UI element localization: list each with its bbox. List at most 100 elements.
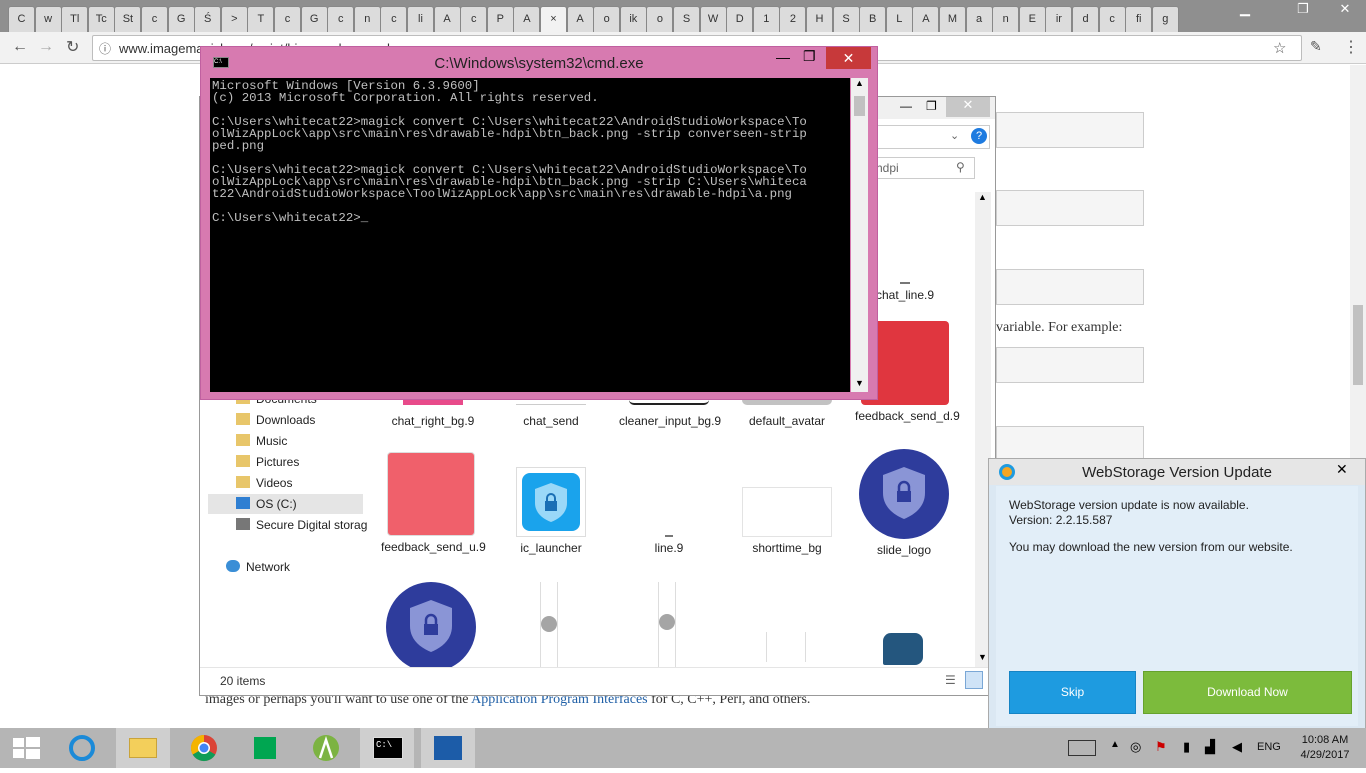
cmd-console-output[interactable]: Microsoft Windows [Version 6.3.9600] (c)… — [210, 78, 850, 392]
nav-item-sd-storage[interactable]: Secure Digital storag — [236, 515, 367, 535]
keyboard-icon[interactable] — [1068, 740, 1096, 756]
tray-flag-icon[interactable]: ⚑ — [1155, 739, 1167, 755]
browser-tab[interactable]: Ś — [194, 6, 222, 32]
browser-tab[interactable]: fi — [1125, 6, 1153, 32]
file-item-partial[interactable] — [386, 582, 476, 667]
bookmark-star-icon[interactable]: ☆ — [1273, 39, 1286, 57]
browser-tab[interactable]: c — [460, 6, 488, 32]
browser-tab[interactable]: S — [832, 6, 860, 32]
menu-icon[interactable]: ⋮ — [1343, 37, 1359, 57]
explorer-maximize-button[interactable]: ❐ — [926, 99, 937, 113]
nav-item-os-c[interactable]: OS (C:) — [236, 494, 297, 514]
browser-tab[interactable]: d — [1072, 6, 1099, 32]
start-button[interactable] — [0, 728, 54, 768]
back-icon[interactable]: ← — [12, 38, 28, 56]
file-item[interactable]: ic_launcher — [501, 467, 601, 555]
browser-tab[interactable]: L — [885, 6, 913, 32]
details-view-icon[interactable]: ☰ — [945, 673, 956, 687]
browser-tab[interactable]: a — [965, 6, 993, 32]
browser-tab[interactable]: C — [8, 6, 35, 32]
browser-tab[interactable]: G — [167, 6, 195, 32]
browser-tab[interactable]: A — [433, 6, 461, 32]
nav-item-music[interactable]: Music — [236, 431, 287, 451]
browser-tab[interactable]: o — [646, 6, 674, 32]
clock[interactable]: 10:08 AM 4/29/2017 — [1290, 733, 1360, 763]
browser-tab[interactable]: c — [327, 6, 355, 32]
android-studio-taskbar-button[interactable] — [299, 728, 353, 768]
browser-tab[interactable]: li — [407, 6, 434, 32]
cmd-maximize-button[interactable]: ❐ — [803, 48, 816, 65]
cmd-scrollbar-thumb[interactable] — [854, 96, 865, 116]
browser-tab[interactable]: G — [300, 6, 328, 32]
scroll-up-icon[interactable]: ▲ — [855, 78, 864, 88]
browser-tab[interactable]: ik — [619, 6, 647, 32]
language-indicator[interactable]: ENG — [1257, 741, 1281, 753]
search-icon[interactable]: ⚲ — [956, 160, 965, 174]
cmd-scrollbar[interactable]: ▲ ▼ — [851, 78, 868, 392]
cmd-minimize-button[interactable]: — — [776, 49, 790, 65]
ie-taskbar-button[interactable] — [55, 728, 109, 768]
slider-thumbnail[interactable] — [540, 582, 558, 667]
volume-icon[interactable]: ◀ — [1232, 739, 1242, 755]
scroll-up-icon[interactable]: ▲ — [978, 192, 987, 202]
browser-tab[interactable]: > — [220, 6, 248, 32]
wifi-signal-icon[interactable]: ▟ — [1205, 739, 1215, 755]
file-item[interactable]: feedback_send_u.9 — [381, 452, 486, 554]
browser-tab[interactable]: H — [806, 6, 833, 32]
info-icon[interactable]: ⓘ — [99, 40, 111, 57]
browser-tab[interactable]: E — [1018, 6, 1046, 32]
file-item[interactable]: default_avatar — [737, 400, 837, 428]
explorer-address-bar[interactable]: ⌄ ? — [865, 125, 990, 149]
file-item[interactable]: chat_right_bg.9 — [383, 400, 483, 428]
store-taskbar-button[interactable] — [238, 728, 292, 768]
explorer-close-button[interactable]: ✕ — [946, 97, 990, 117]
file-explorer-taskbar-button[interactable] — [116, 728, 170, 768]
nav-item-downloads[interactable]: Downloads — [236, 410, 315, 430]
extension-eyedropper-icon[interactable]: ✎ — [1310, 38, 1322, 55]
browser-tab[interactable]: M — [939, 6, 966, 32]
tray-app-icon[interactable]: ◎ — [1130, 739, 1141, 755]
browser-tab[interactable]: g — [1151, 6, 1179, 32]
browser-tab[interactable]: A — [566, 6, 594, 32]
forward-icon[interactable]: → — [38, 38, 54, 56]
scroll-down-icon[interactable]: ▼ — [855, 378, 864, 388]
chat-bubble-icon[interactable] — [883, 633, 923, 665]
file-item[interactable]: chat_send — [501, 400, 601, 428]
browser-tab[interactable]: c — [274, 6, 301, 32]
file-item[interactable]: slide_logo — [854, 449, 954, 557]
browser-tab[interactable]: Tc — [87, 6, 115, 32]
nav-item-network[interactable]: Network — [226, 557, 290, 577]
app-taskbar-button[interactable] — [421, 728, 475, 768]
browser-tab[interactable]: c — [380, 6, 408, 32]
battery-icon[interactable]: ▮ — [1183, 739, 1190, 755]
download-now-button[interactable]: Download Now — [1143, 671, 1352, 714]
browser-tab[interactable]: w — [34, 6, 62, 32]
tab-active[interactable]: × — [540, 6, 567, 32]
browser-tab[interactable]: c — [141, 6, 168, 32]
show-hidden-icons-icon[interactable]: ▲ — [1110, 739, 1120, 750]
help-icon[interactable]: ? — [971, 128, 987, 144]
browser-tab[interactable]: Tl — [61, 6, 89, 32]
browser-tab[interactable]: S — [673, 6, 700, 32]
cmd-close-button[interactable]: ✕ — [826, 47, 871, 69]
browser-tab[interactable]: 2 — [779, 6, 807, 32]
file-item[interactable]: cleaner_input_bg.9 — [619, 400, 721, 428]
browser-tab[interactable]: St — [114, 6, 142, 32]
explorer-search-input[interactable]: hdpi ⚲ — [865, 157, 975, 179]
slider-thumbnail[interactable] — [658, 582, 676, 667]
browser-tab[interactable]: A — [912, 6, 940, 32]
file-item-partial[interactable] — [766, 632, 806, 662]
large-icons-view-icon[interactable] — [965, 671, 983, 689]
skip-button[interactable]: Skip — [1009, 671, 1136, 714]
browser-tab[interactable]: A — [513, 6, 541, 32]
maximize-button[interactable]: ❐ — [1288, 0, 1318, 20]
chevron-down-icon[interactable]: ⌄ — [950, 129, 959, 142]
close-browser-button[interactable]: ✕ — [1330, 0, 1360, 20]
browser-tab[interactable]: ir — [1045, 6, 1073, 32]
minimize-button[interactable]: ▁ — [1230, 0, 1260, 20]
browser-tab[interactable]: T — [247, 6, 275, 32]
browser-tab[interactable]: D — [726, 6, 754, 32]
webstorage-close-button[interactable]: ✕ — [1336, 461, 1348, 478]
browser-tab[interactable]: c — [1098, 6, 1126, 32]
browser-tab[interactable]: n — [992, 6, 1020, 32]
